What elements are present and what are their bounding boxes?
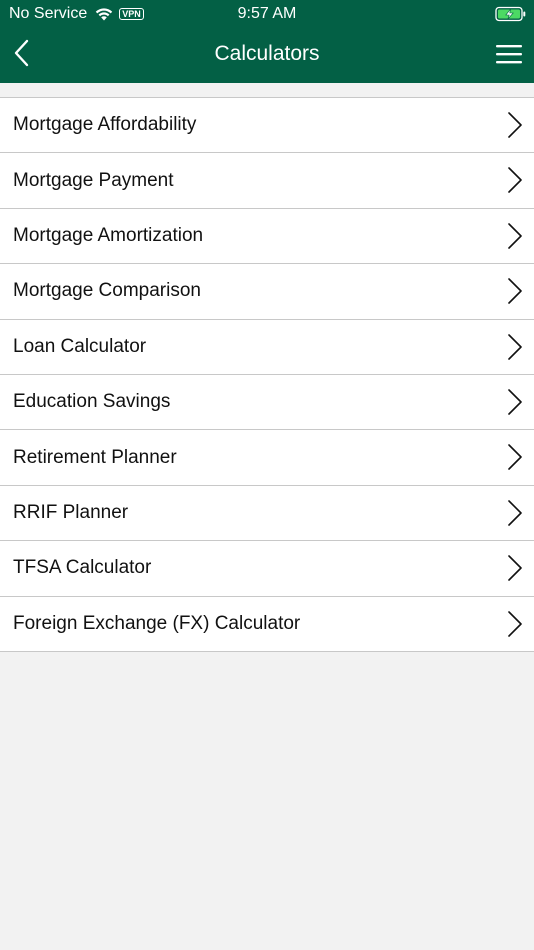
- chevron-right-icon: [508, 222, 522, 249]
- chevron-right-icon: [508, 112, 522, 138]
- chevron-right-icon: [508, 333, 522, 360]
- navigation-bar: Calculators: [0, 28, 534, 83]
- app-header: No Service VPN 9:57 AM Calculators: [0, 0, 534, 83]
- hamburger-menu-icon: [496, 45, 522, 64]
- list-item[interactable]: Mortgage Affordability: [0, 98, 534, 154]
- list-item[interactable]: Mortgage Comparison: [0, 264, 534, 320]
- chevron-right-icon: [508, 444, 522, 471]
- chevron-right-icon: [508, 167, 522, 194]
- list-item-label: Mortgage Comparison: [13, 280, 201, 302]
- list-item-label: Loan Calculator: [13, 335, 147, 357]
- battery-charging-icon: [495, 6, 526, 22]
- list-item-label: RRIF Planner: [13, 501, 129, 523]
- list-item[interactable]: Education Savings: [0, 375, 534, 431]
- list-item[interactable]: Mortgage Payment: [0, 153, 534, 209]
- status-time: 9:57 AM: [237, 5, 297, 22]
- page-title: Calculators: [214, 42, 320, 65]
- list-item[interactable]: Foreign Exchange (FX) Calculator: [0, 597, 534, 652]
- list-item-label: Foreign Exchange (FX) Calculator: [13, 612, 301, 634]
- list-item-label: TFSA Calculator: [13, 557, 152, 579]
- list-item-label: Mortgage Amortization: [13, 224, 204, 246]
- list-item-label: Education Savings: [13, 391, 171, 413]
- chevron-right-icon: [508, 610, 522, 637]
- list-item[interactable]: Retirement Planner: [0, 430, 534, 486]
- chevron-right-icon: [508, 278, 522, 304]
- list-item[interactable]: Mortgage Amortization: [0, 209, 534, 265]
- list-item[interactable]: Loan Calculator: [0, 320, 534, 375]
- list-item[interactable]: TFSA Calculator: [0, 541, 534, 597]
- chevron-right-icon: [508, 389, 522, 415]
- chevron-right-icon: [508, 499, 522, 526]
- list-item-label: Mortgage Affordability: [13, 114, 197, 136]
- calculator-list: Mortgage Affordability Mortgage Payment Mo…: [0, 97, 534, 652]
- menu-button[interactable]: [494, 40, 524, 68]
- list-item[interactable]: RRIF Planner: [0, 486, 534, 542]
- list-item-label: Retirement Planner: [13, 446, 177, 468]
- chevron-right-icon: [508, 555, 522, 581]
- status-bar: No Service VPN 9:57 AM: [0, 0, 534, 28]
- list-item-label: Mortgage Payment: [13, 169, 174, 191]
